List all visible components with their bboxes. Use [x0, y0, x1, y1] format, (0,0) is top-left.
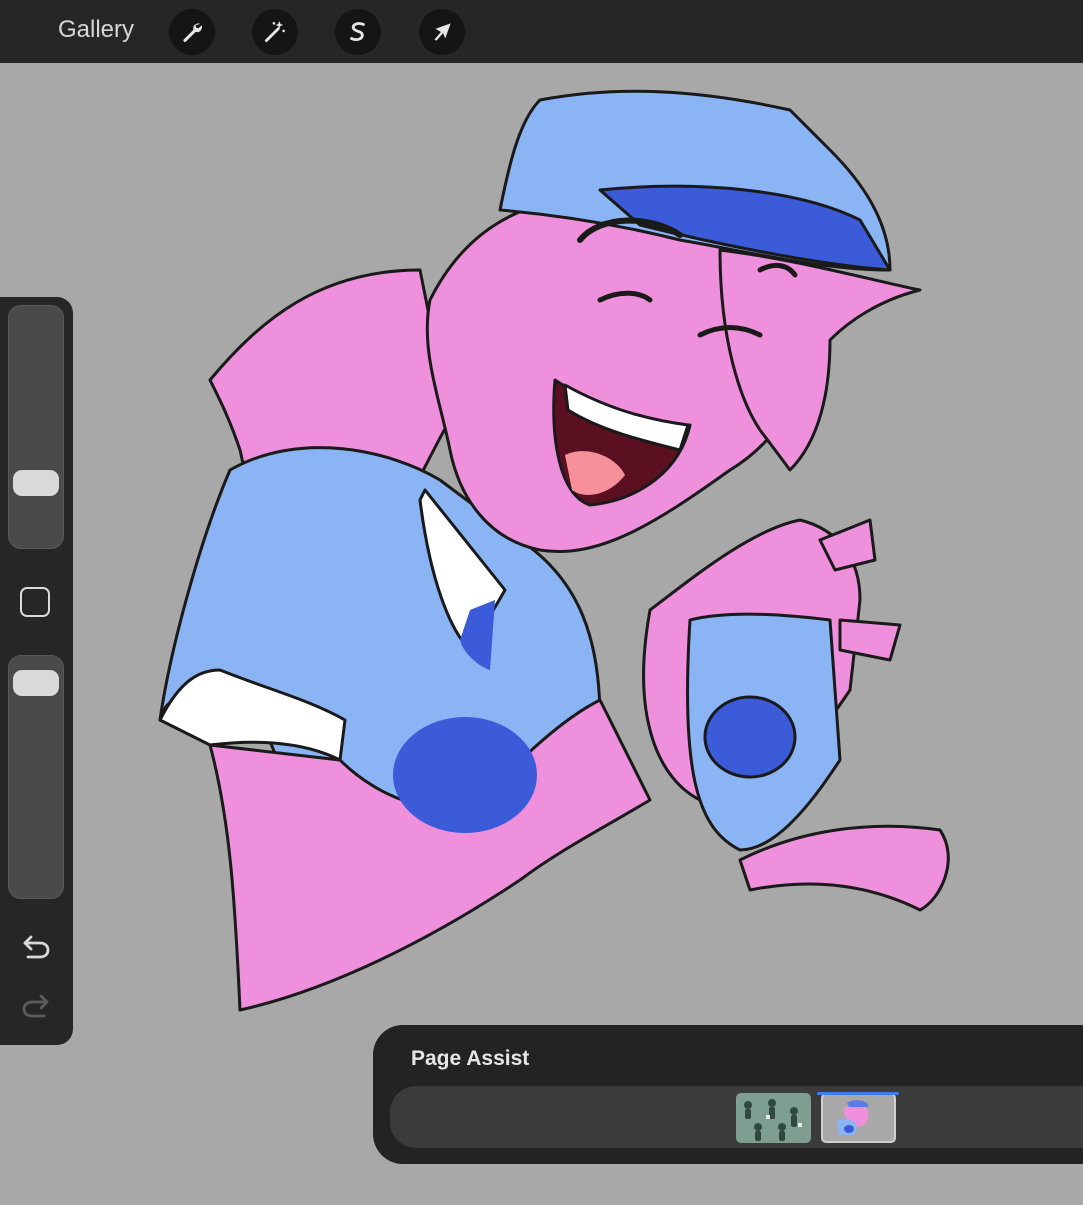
redo-icon[interactable]: [20, 990, 52, 1020]
selection-button[interactable]: [335, 9, 381, 55]
smudge-s-icon: [350, 22, 365, 41]
undo-icon[interactable]: [20, 931, 52, 961]
magic-wand-icon: [264, 21, 285, 43]
brush-size-slider[interactable]: [8, 305, 64, 549]
page-assist-panel: Page Assist: [373, 1025, 1083, 1164]
opacity-thumb[interactable]: [13, 670, 59, 696]
page-thumbnail-1[interactable]: [736, 1093, 811, 1143]
page-1-preview: [744, 1099, 802, 1141]
adjustments-button[interactable]: [252, 9, 298, 55]
actions-button[interactable]: [169, 9, 215, 55]
gallery-button[interactable]: Gallery: [58, 16, 134, 44]
modify-button[interactable]: [20, 587, 50, 617]
page-strip[interactable]: [390, 1086, 1083, 1148]
transform-button[interactable]: [419, 9, 465, 55]
arrow-cursor-icon: [434, 23, 451, 41]
opacity-slider[interactable]: [8, 655, 64, 899]
left-sidebar: [0, 297, 73, 1045]
page-thumbnail-2[interactable]: [821, 1093, 896, 1143]
top-toolbar: Gallery: [0, 0, 1083, 63]
page-2-preview: [837, 1100, 869, 1135]
selected-page-indicator: [817, 1092, 899, 1095]
page-assist-title: Page Assist: [411, 1047, 530, 1070]
brush-size-thumb[interactable]: [13, 470, 59, 496]
wrench-icon: [183, 23, 202, 42]
